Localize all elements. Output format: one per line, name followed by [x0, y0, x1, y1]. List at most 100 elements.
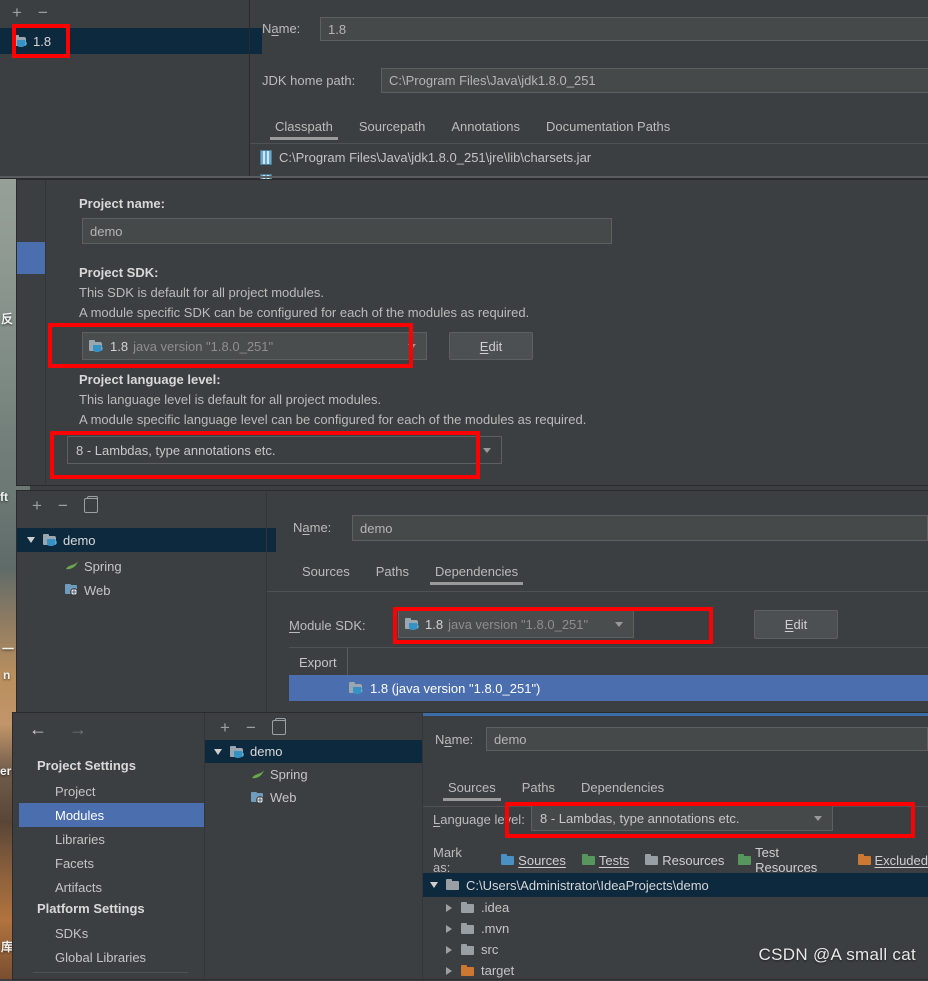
- file-tree-row-idea[interactable]: .idea: [423, 897, 928, 918]
- mark-as-label-text: Sources: [518, 852, 566, 868]
- structure-tree-label: Spring: [270, 767, 308, 782]
- sdk-folder-icon: [349, 682, 363, 694]
- web-icon: [251, 791, 265, 804]
- sidebar-item-label: Modules: [55, 807, 105, 823]
- wallpaper-text-fragment: 库: [1, 940, 14, 954]
- project-panel-splitter[interactable]: [45, 180, 46, 485]
- module-name-value: demo: [360, 520, 393, 536]
- sdk-settings-panel: + − 1.8 Name: 1.8 JDK home path: C:\Prog…: [0, 0, 928, 184]
- copy-module-icon[interactable]: [271, 718, 286, 735]
- chevron-right-icon[interactable]: [446, 966, 452, 975]
- sidebar-item-label: Artifacts: [55, 879, 102, 895]
- sdk-list-pane: + − 1.8: [0, 0, 262, 178]
- chevron-right-icon[interactable]: [446, 945, 452, 954]
- module-tabs-underline: [267, 591, 928, 592]
- structure-modules-tree-pane: + − demo Spring Web: [205, 713, 431, 979]
- project-sdk-edit-button[interactable]: Edit: [449, 332, 533, 360]
- language-level-combobox[interactable]: 8 - Lambdas, type annotations etc.: [531, 805, 833, 831]
- jdk-home-path-value: C:\Program Files\Java\jdk1.8.0_251: [389, 73, 596, 88]
- structure-titlebar-accent: [423, 713, 928, 716]
- tab-sources[interactable]: Sources: [435, 780, 509, 801]
- file-tree-label: target: [481, 963, 515, 978]
- modules-tree-row-demo[interactable]: demo: [17, 528, 276, 552]
- module-sdk-value-name: 1.8: [425, 616, 444, 632]
- modules-tree-label: demo: [63, 532, 96, 548]
- classpath-entry-row[interactable]: C:\Program Files\Java\jdk1.8.0_251\jre\l…: [260, 146, 928, 168]
- add-sdk-button[interactable]: +: [12, 4, 22, 21]
- chevron-down-icon[interactable]: [810, 815, 826, 821]
- chevron-right-icon[interactable]: [446, 903, 452, 912]
- folder-icon: [645, 854, 659, 866]
- tab-dependencies[interactable]: Dependencies: [422, 564, 531, 585]
- tab-dependencies[interactable]: Dependencies: [568, 780, 677, 795]
- tab-sources[interactable]: Sources: [289, 564, 363, 579]
- structure-tree-row-demo[interactable]: demo: [205, 740, 431, 763]
- mark-as-label-text: Resources: [662, 852, 725, 868]
- project-sdk-combobox[interactable]: 1.8 java version "1.8.0_251": [82, 332, 427, 360]
- wallpaper-text-fragment: ft: [0, 490, 8, 504]
- folder-icon: [857, 854, 872, 866]
- module-detail-pane: Name: demo Sources Paths Dependencies Mo…: [267, 491, 928, 713]
- copy-module-icon[interactable]: [83, 496, 98, 513]
- mark-as-test-resources[interactable]: Test Resources: [738, 845, 843, 875]
- mark-as-tests[interactable]: Tests: [581, 853, 629, 868]
- folder-icon: [461, 964, 475, 977]
- nav-forward-button[interactable]: →: [69, 719, 87, 740]
- spring-icon: [65, 560, 79, 572]
- mark-as-resources[interactable]: Resources: [645, 853, 724, 868]
- add-module-button[interactable]: +: [220, 719, 230, 736]
- dependency-row-sdk[interactable]: 1.8 (java version "1.8.0_251"): [289, 675, 928, 701]
- chevron-down-icon[interactable]: [404, 343, 420, 349]
- chevron-down-icon[interactable]: [27, 537, 35, 543]
- wallpaper-text-fragment: er: [0, 764, 12, 778]
- dependencies-column-export[interactable]: Export: [289, 648, 348, 676]
- structure-sources-pane: Name: demo Sources Paths Dependencies La…: [423, 713, 928, 979]
- folder-icon: [461, 922, 475, 935]
- module-sdk-combobox[interactable]: 1.8 java version "1.8.0_251": [398, 610, 634, 638]
- file-tree-label: C:\Users\Administrator\IdeaProjects\demo: [466, 877, 709, 893]
- add-module-button[interactable]: +: [32, 497, 42, 514]
- tab-annotations[interactable]: Annotations: [438, 119, 533, 134]
- sdk-panel-bottom-edge: [0, 176, 928, 178]
- remove-module-button[interactable]: −: [58, 497, 68, 514]
- module-sdk-edit-button[interactable]: Edit: [754, 610, 838, 639]
- modules-tree-label: Web: [84, 582, 111, 598]
- tab-classpath[interactable]: Classpath: [262, 119, 346, 140]
- chevron-down-icon[interactable]: [214, 748, 222, 755]
- tab-paths[interactable]: Paths: [509, 780, 568, 795]
- project-language-level-combobox[interactable]: 8 - Lambdas, type annotations etc.: [67, 436, 502, 464]
- jdk-home-path-input[interactable]: C:\Program Files\Java\jdk1.8.0_251: [381, 68, 928, 93]
- file-tree-label: .idea: [481, 900, 510, 915]
- chevron-down-icon[interactable]: [430, 882, 438, 888]
- mark-as-label: Mark as:: [433, 845, 462, 875]
- sdk-name-input[interactable]: 1.8: [320, 17, 928, 41]
- tab-sourcepath[interactable]: Sourcepath: [346, 119, 439, 134]
- sdk-list-toolbar: + −: [12, 4, 48, 21]
- tab-paths[interactable]: Paths: [363, 564, 422, 579]
- web-icon: [65, 584, 79, 596]
- chevron-down-icon[interactable]: [479, 447, 495, 453]
- language-level-value: 8 - Lambdas, type annotations etc.: [540, 810, 740, 826]
- chevron-right-icon[interactable]: [446, 924, 452, 933]
- dependency-row-label: 1.8 (java version "1.8.0_251"): [370, 680, 541, 696]
- settings-nav-buttons: ← →: [29, 719, 87, 740]
- module-name-input[interactable]: demo: [352, 515, 928, 541]
- remove-sdk-button[interactable]: −: [38, 4, 48, 21]
- structure-name-input[interactable]: demo: [486, 727, 928, 751]
- project-sdk-desc-1: This SDK is default for all project modu…: [79, 285, 324, 300]
- file-tree-label: src: [481, 942, 499, 957]
- nav-back-button[interactable]: ←: [29, 719, 47, 740]
- remove-module-button[interactable]: −: [246, 719, 256, 736]
- mark-as-excluded[interactable]: Excluded: [857, 853, 928, 868]
- project-nav-selected-marker: [17, 242, 45, 274]
- sdk-tree-row-1-8[interactable]: 1.8: [0, 28, 262, 54]
- file-tree-row-root[interactable]: C:\Users\Administrator\IdeaProjects\demo: [423, 873, 928, 897]
- project-name-label: Project name:: [79, 196, 165, 211]
- structure-tabs: Sources Paths Dependencies: [435, 775, 677, 801]
- file-tree-row-mvn[interactable]: .mvn: [423, 918, 928, 939]
- chevron-down-icon[interactable]: [611, 621, 627, 627]
- mark-as-sources[interactable]: Sources: [501, 853, 566, 868]
- tab-documentation-paths[interactable]: Documentation Paths: [533, 119, 683, 134]
- project-name-input[interactable]: demo: [82, 218, 612, 244]
- sdk-tabs: Classpath Sourcepath Annotations Documen…: [262, 114, 683, 140]
